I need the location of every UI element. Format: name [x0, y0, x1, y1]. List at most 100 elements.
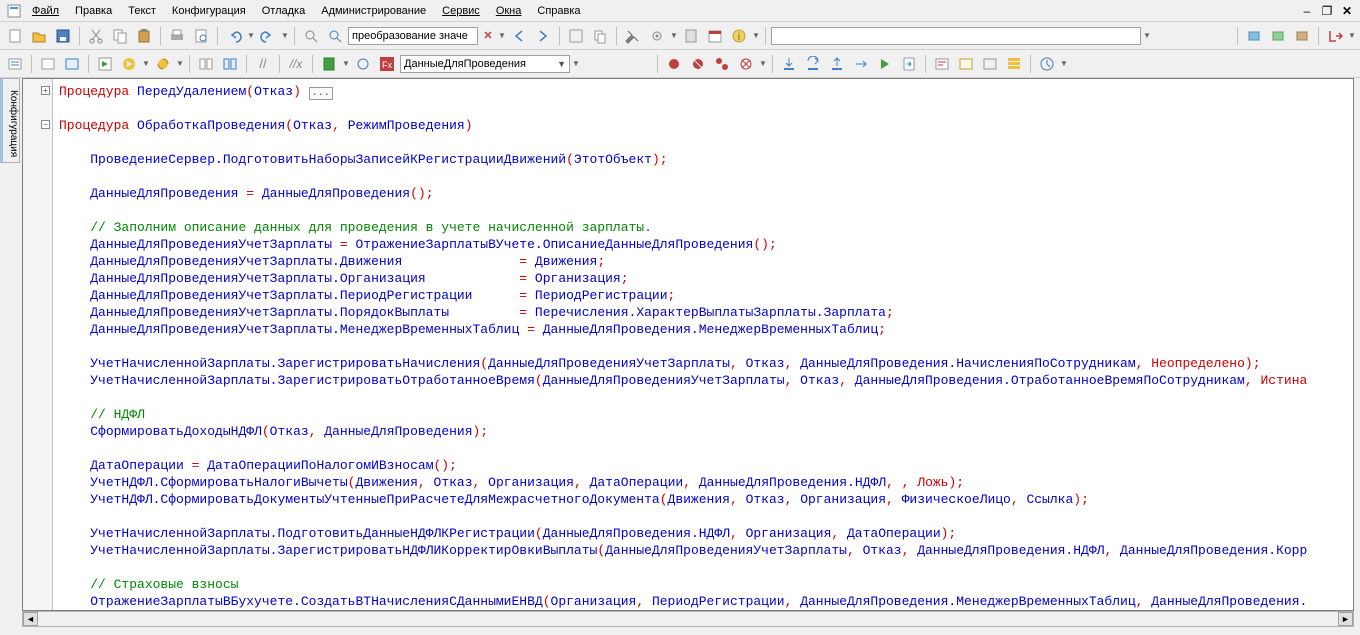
new-icon[interactable] [4, 25, 26, 47]
bp-all-icon[interactable] [711, 53, 733, 75]
menu-file[interactable]: Файл [26, 3, 65, 19]
window-controls: – ❐ ✕ [1300, 4, 1354, 18]
toolbar-main: ▼ ▼ ✕ ▼ ▼ i ▼ ▼ ▼ [0, 22, 1360, 50]
copy2-icon[interactable] [589, 25, 611, 47]
search-dropdown-icon[interactable]: ▼ [498, 31, 506, 40]
perf-icon[interactable] [1036, 53, 1058, 75]
continue-icon[interactable] [874, 53, 896, 75]
toggle-icon[interactable] [565, 25, 587, 47]
save-icon[interactable] [52, 25, 74, 47]
hammer-icon[interactable] [622, 25, 644, 47]
copy-icon[interactable] [109, 25, 131, 47]
step-out-icon[interactable] [826, 53, 848, 75]
calc-icon[interactable] [680, 25, 702, 47]
step-over-icon[interactable] [802, 53, 824, 75]
step-into-icon[interactable] [778, 53, 800, 75]
scroll-track[interactable] [38, 612, 1338, 626]
watch-icon[interactable] [931, 53, 953, 75]
gear-icon[interactable] [646, 25, 668, 47]
compare-icon[interactable] [195, 53, 217, 75]
refresh-dropdown-icon[interactable]: ▼ [176, 59, 184, 68]
fold-plus-icon[interactable]: + [41, 86, 50, 95]
horizontal-scrollbar[interactable]: ◄ ► [22, 611, 1354, 627]
find-icon[interactable] [300, 25, 322, 47]
restore-icon[interactable]: ❐ [1320, 4, 1334, 18]
menu-edit[interactable]: Правка [69, 3, 118, 19]
close-icon[interactable]: ✕ [1340, 4, 1354, 18]
svg-text:Fx: Fx [382, 60, 392, 70]
redo-icon[interactable] [257, 25, 279, 47]
sync-icon[interactable] [352, 53, 374, 75]
tool-b-icon[interactable] [37, 53, 59, 75]
procedure-combo-value: ДанныеДляПроведения [404, 58, 526, 70]
info-dropdown-icon[interactable]: ▼ [752, 31, 760, 40]
menu-admin[interactable]: Администрирование [315, 3, 432, 19]
menu-help[interactable]: Справка [531, 3, 586, 19]
address-dropdown-icon[interactable]: ▼ [1143, 31, 1151, 40]
menu-windows[interactable]: Окна [490, 3, 528, 19]
redo-dropdown-icon[interactable]: ▼ [281, 31, 289, 40]
db-3-icon[interactable] [1291, 25, 1313, 47]
bp-dropdown-icon[interactable]: ▼ [759, 59, 767, 68]
bp-clear-icon[interactable] [735, 53, 757, 75]
run-dropdown-icon[interactable]: ▼ [142, 59, 150, 68]
uncomment-icon[interactable]: //х [285, 53, 307, 75]
menu-debug[interactable]: Отладка [256, 3, 311, 19]
find-next-icon[interactable] [532, 25, 554, 47]
perf-dropdown-icon[interactable]: ▼ [1060, 59, 1068, 68]
sidebar-tab-config[interactable]: Конфигурация [0, 78, 20, 163]
minimize-icon[interactable]: – [1300, 4, 1314, 18]
print-preview-icon[interactable] [190, 25, 212, 47]
immediate-icon[interactable] [979, 53, 1001, 75]
find-global-icon[interactable] [324, 25, 346, 47]
locals-icon[interactable] [955, 53, 977, 75]
undo-icon[interactable] [223, 25, 245, 47]
exit-dropdown-icon[interactable]: ▼ [1348, 31, 1356, 40]
run-play-icon[interactable] [118, 53, 140, 75]
procedure-dropdown-icon[interactable]: ▼ [572, 59, 580, 68]
procedure-combo[interactable]: ДанныеДляПроведения ▼ [400, 55, 570, 73]
print-icon[interactable] [166, 25, 188, 47]
func-icon[interactable]: Fx [376, 53, 398, 75]
bookmark-dropdown-icon[interactable]: ▼ [342, 59, 350, 68]
exit-icon[interactable] [1324, 25, 1346, 47]
callstack-icon[interactable] [1003, 53, 1025, 75]
scroll-left-icon[interactable]: ◄ [23, 612, 38, 626]
calendar-icon[interactable] [704, 25, 726, 47]
refresh-icon[interactable] [152, 53, 174, 75]
cut-icon[interactable] [85, 25, 107, 47]
search-input[interactable] [348, 27, 478, 45]
bp-del-icon[interactable] [687, 53, 709, 75]
open-icon[interactable] [28, 25, 50, 47]
find-prev-icon[interactable] [508, 25, 530, 47]
menu-service[interactable]: Сервис [436, 3, 486, 19]
db-2-icon[interactable] [1267, 25, 1289, 47]
gutter: + − [23, 79, 53, 610]
info-icon[interactable]: i [728, 25, 750, 47]
menu-config[interactable]: Конфигурация [166, 3, 252, 19]
code-editor[interactable]: + − Процедура ПередУдалением(Отказ) ... … [22, 78, 1354, 611]
step-cursor-icon[interactable] [850, 53, 872, 75]
tool-a-icon[interactable] [4, 53, 26, 75]
search-clear-icon[interactable]: ✕ [480, 25, 496, 47]
app-icon [6, 3, 22, 19]
bp-add-icon[interactable] [663, 53, 685, 75]
code-content[interactable]: Процедура ПередУдалением(Отказ) ... Проц… [53, 79, 1353, 610]
toolbar-debug: ▼ ▼ // //х ▼ Fx ДанныеДляПроведения ▼ ▼ … [0, 50, 1360, 78]
comment-icon[interactable]: // [252, 53, 274, 75]
fold-minus-icon[interactable]: − [41, 120, 50, 129]
run-1c-icon[interactable] [94, 53, 116, 75]
paste-icon[interactable] [133, 25, 155, 47]
undo-dropdown-icon[interactable]: ▼ [247, 31, 255, 40]
chevron-down-icon: ▼ [557, 59, 566, 69]
compare2-icon[interactable] [219, 53, 241, 75]
page-arrow-icon[interactable] [898, 53, 920, 75]
address-input[interactable] [771, 27, 1141, 45]
bookmark-icon[interactable] [318, 53, 340, 75]
scroll-right-icon[interactable]: ► [1338, 612, 1353, 626]
tool-c-icon[interactable] [61, 53, 83, 75]
menu-text[interactable]: Текст [122, 3, 162, 19]
db-1-icon[interactable] [1243, 25, 1265, 47]
menubar: Файл Правка Текст Конфигурация Отладка А… [0, 0, 1360, 22]
gear-dropdown-icon[interactable]: ▼ [670, 31, 678, 40]
